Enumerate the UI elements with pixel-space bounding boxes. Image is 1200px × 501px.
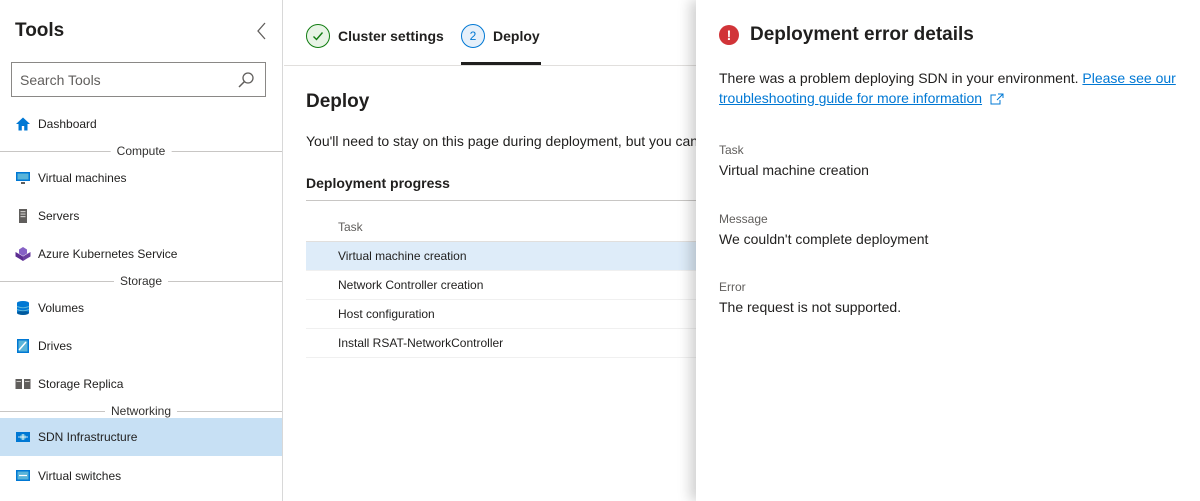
tools-sidebar: Tools Dashboard Compute Virtual machines… [0,0,283,501]
storage-replica-icon [15,376,31,392]
kubernetes-icon [15,246,31,262]
section-label: Networking [104,404,178,418]
table-row[interactable]: Network Controller creation [306,271,696,300]
search-box[interactable] [11,62,266,97]
sidebar-item-dashboard[interactable]: Dashboard [0,105,282,143]
monitor-icon [15,170,31,186]
table-row[interactable]: Host configuration [306,300,696,329]
active-step-indicator [461,62,541,65]
sidebar-item-azure-kubernetes-service[interactable]: Azure Kubernetes Service [0,235,282,273]
sidebar-item-label: Volumes [38,301,85,315]
external-link-icon[interactable] [990,93,1004,105]
task-label: Task [719,143,744,157]
sidebar-item-virtual-switches[interactable]: Virtual switches [0,457,282,495]
divider [306,200,696,201]
step-number: 2 [461,24,485,48]
search-input[interactable] [12,63,232,96]
task-value: Virtual machine creation [719,162,869,178]
network-icon [15,429,31,445]
step-label: Cluster settings [338,28,444,44]
sidebar-item-label: Virtual machines [38,171,127,185]
sidebar-title: Tools [15,20,65,41]
table-row[interactable]: Install RSAT-NetworkController [306,329,696,358]
sidebar-item-label: Virtual switches [38,469,122,483]
sidebar-item-label: SDN Infrastructure [38,430,138,444]
sidebar-item-sdn-infrastructure[interactable]: SDN Infrastructure [0,418,282,456]
step-cluster-settings[interactable]: Cluster settings [306,24,444,48]
section-title: Deployment progress [306,175,450,191]
panel-title: Deployment error details [750,24,974,45]
page-description: You'll need to stay on this page during … [306,133,696,149]
server-icon [15,208,31,224]
checkmark-icon [306,24,330,48]
drive-icon [15,338,31,354]
step-deploy[interactable]: 2 Deploy [461,24,540,48]
database-icon [15,300,31,316]
section-header-compute: Compute [0,144,282,158]
collapse-sidebar-button[interactable] [254,20,270,42]
section-label: Storage [113,274,169,288]
message-value: We couldn't complete deployment [719,231,929,247]
chevron-left-icon [257,22,266,40]
sidebar-item-label: Drives [38,339,73,353]
sidebar-item-storage-replica[interactable]: Storage Replica [0,365,282,403]
sidebar-item-volumes[interactable]: Volumes [0,289,282,327]
switch-icon [15,468,31,484]
home-icon [15,116,31,132]
table-row[interactable]: Virtual machine creation [306,242,696,271]
column-header-task[interactable]: Task [306,212,696,242]
sidebar-item-label: Azure Kubernetes Service [38,247,178,261]
error-message-text: There was a problem deploying SDN in you… [719,70,1083,86]
error-value: The request is not supported. [719,299,902,315]
section-header-storage: Storage [0,274,282,288]
error-label: Error [719,280,746,294]
sidebar-item-label: Servers [38,209,80,223]
error-message: There was a problem deploying SDN in you… [719,68,1189,108]
search-icon[interactable] [237,71,255,89]
deployment-progress-table: Task Virtual machine creation Network Co… [306,212,696,358]
sidebar-item-servers[interactable]: Servers [0,197,282,235]
section-label: Compute [110,144,172,158]
sidebar-item-virtual-machines[interactable]: Virtual machines [0,159,282,197]
error-icon: ! [719,25,739,45]
sidebar-item-label: Storage Replica [38,377,124,391]
message-label: Message [719,212,768,226]
section-header-networking: Networking [0,404,282,418]
step-label: Deploy [493,28,540,44]
page-title: Deploy [306,91,370,112]
wizard-steps: Cluster settings 2 Deploy [284,0,696,66]
sidebar-item-drives[interactable]: Drives [0,327,282,365]
sidebar-item-label: Dashboard [38,117,97,131]
error-details-panel: ! Deployment error details There was a p… [696,0,1200,501]
